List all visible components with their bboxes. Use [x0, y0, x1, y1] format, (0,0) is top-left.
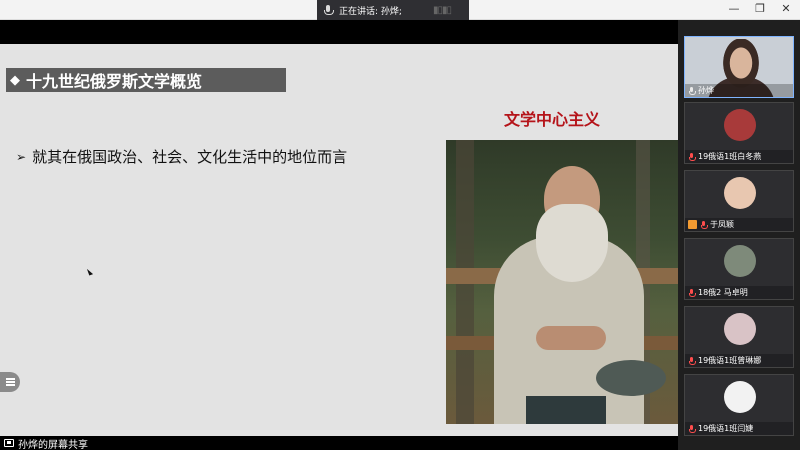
participant-tile[interactable]: 孙烨 [684, 36, 794, 98]
screen-share-status: 孙烨的屏幕共享 [0, 436, 678, 450]
participant-tile[interactable]: 于凤颖 [684, 170, 794, 232]
arrow-bullet-icon: ➢ [16, 149, 27, 164]
participant-name: 孙烨 [698, 86, 714, 95]
avatar [724, 245, 756, 277]
avatar [724, 177, 756, 209]
restore-button[interactable]: ❐ [754, 2, 766, 15]
avatar [724, 381, 756, 413]
slide-title: ◆ 十九世纪俄罗斯文学概览 [6, 68, 286, 92]
portrait-photo [446, 140, 678, 424]
slide-subtitle: 文学中心主义 [504, 110, 601, 129]
shared-screen: ◆ 十九世纪俄罗斯文学概览 文学中心主义 ➢ 就其在俄国政治、社会、文化生活中的… [0, 20, 678, 444]
speaking-indicator: 正在讲话: 孙烨; ▮▯▮▯ [317, 0, 469, 20]
participant-label: 于凤颖 [685, 218, 793, 231]
participant-label: 19俄语1班闫婕 [685, 422, 793, 435]
participant-tile[interactable]: 19俄语1班曾琳娜 [684, 306, 794, 368]
participant-name: 于凤颖 [710, 220, 734, 229]
slide-bullet-text: 就其在俄国政治、社会、文化生活中的地位而言 [32, 148, 348, 166]
audio-wave-icon: ▮▯▮▯ [432, 4, 452, 16]
participant-label: 18俄2 马卓明 [685, 286, 793, 299]
avatar [724, 313, 756, 345]
participants-panel: 孙烨 19俄语1班白冬燕于凤颖 18俄2 马卓明 19俄语1班曾琳娜 19俄语1班闫婕 [678, 20, 800, 450]
avatar [724, 109, 756, 141]
participant-name: 19俄语1班闫婕 [698, 424, 754, 433]
slide-title-text: 十九世纪俄罗斯文学概览 [26, 72, 203, 91]
screen-share-label: 孙烨的屏幕共享 [18, 439, 88, 450]
muted-microphone-icon [688, 356, 696, 365]
muted-microphone-icon [688, 288, 696, 297]
participant-tile[interactable]: 19俄语1班白冬燕 [684, 102, 794, 164]
list-toggle-button[interactable] [0, 372, 20, 392]
close-button[interactable]: ✕ [780, 2, 792, 15]
participant-tile[interactable]: 19俄语1班闫婕 [684, 374, 794, 436]
host-badge-icon [688, 220, 697, 229]
screen-share-icon [4, 439, 14, 447]
participant-tile[interactable]: 18俄2 马卓明 [684, 238, 794, 300]
window-title-bar: 正在讲话: 孙烨; ▮▯▮▯ — ❐ ✕ [0, 0, 800, 20]
participant-name: 18俄2 马卓明 [698, 288, 748, 297]
participant-label: 19俄语1班白冬燕 [685, 150, 793, 163]
microphone-icon [323, 5, 334, 15]
minimize-button[interactable]: — [728, 2, 740, 15]
mouse-cursor-icon [86, 267, 94, 276]
diamond-bullet-icon: ◆ [10, 72, 20, 88]
presentation-slide: ◆ 十九世纪俄罗斯文学概览 文学中心主义 ➢ 就其在俄国政治、社会、文化生活中的… [0, 44, 678, 444]
microphone-icon [688, 86, 696, 95]
list-icon [5, 378, 15, 386]
slide-bullet: ➢ 就其在俄国政治、社会、文化生活中的地位而言 [16, 146, 347, 167]
speaking-label: 正在讲话: 孙烨; [339, 6, 402, 17]
participant-name: 19俄语1班曾琳娜 [698, 356, 762, 365]
muted-microphone-icon [688, 424, 696, 433]
window-controls: — ❐ ✕ [728, 2, 792, 15]
muted-microphone-icon [688, 152, 696, 161]
participant-label: 19俄语1班曾琳娜 [685, 354, 793, 367]
participant-label: 孙烨 [685, 84, 793, 97]
muted-microphone-icon [700, 220, 708, 229]
participant-name: 19俄语1班白冬燕 [698, 152, 762, 161]
